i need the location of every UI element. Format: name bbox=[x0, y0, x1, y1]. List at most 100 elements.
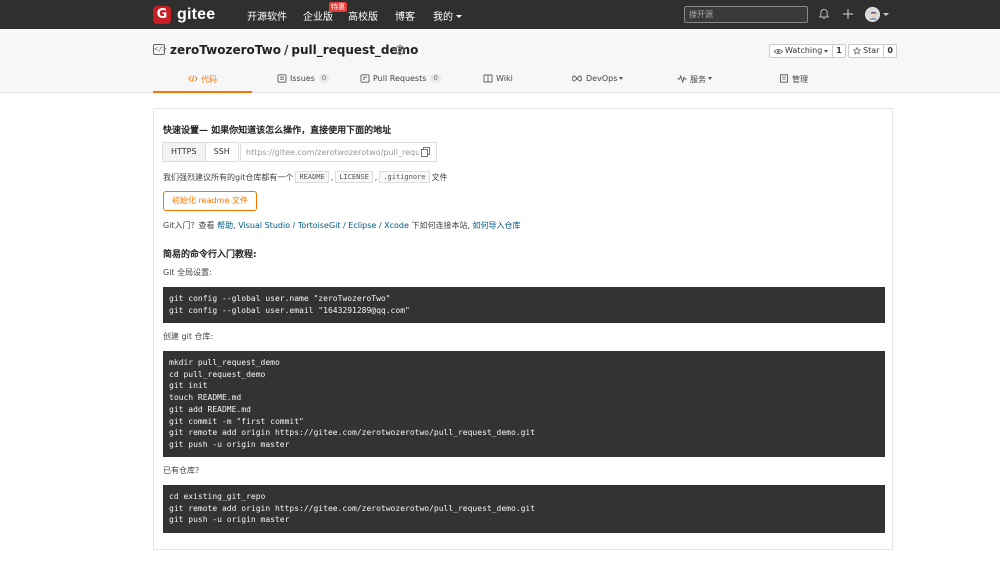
user-avatar[interactable] bbox=[865, 7, 880, 22]
tab-issues-label: Issues bbox=[290, 74, 315, 83]
repo-title-separator: / bbox=[283, 43, 289, 57]
code-line: git add README.md bbox=[169, 404, 251, 414]
global-setup-label: Git 全局设置: bbox=[163, 268, 212, 277]
tab-manage-label: 管理 bbox=[792, 75, 808, 84]
search-box bbox=[684, 6, 808, 23]
help-middle: 下如何连接本站, bbox=[411, 221, 470, 230]
enterprise-promo-badge: 特惠 bbox=[329, 2, 347, 12]
tab-issues-count: 0 bbox=[318, 74, 330, 83]
tab-pull-requests-label: Pull Requests bbox=[373, 74, 427, 83]
chevron-down-icon bbox=[708, 77, 712, 80]
import-repo-link[interactable]: 如何导入仓库 bbox=[473, 221, 521, 230]
code-line: cd existing_git_repo bbox=[169, 492, 266, 501]
tab-issues[interactable]: Issues 0 bbox=[277, 69, 330, 93]
gitee-logo[interactable]: gitee bbox=[153, 4, 215, 25]
code-line: git config --global user.name "zeroTwoze… bbox=[169, 294, 391, 303]
global-setup-code: git config --global user.name "zeroTwoze… bbox=[163, 287, 885, 323]
repo-code-icon: </> bbox=[153, 44, 167, 55]
repo-header: </> zeroTwozeroTwo / pull_request_demo Wat… bbox=[0, 29, 1000, 93]
protocol-switch: HTTPS SSH bbox=[162, 142, 239, 162]
star-count[interactable]: 0 bbox=[884, 45, 896, 57]
recommend-suffix: 文件 bbox=[431, 172, 448, 182]
nav-blog[interactable]: 博客 bbox=[395, 8, 415, 23]
license-tag: LICENSE bbox=[335, 171, 373, 183]
help-prefix: Git入门？查看 bbox=[163, 221, 215, 230]
recommend-comma-2: , bbox=[374, 172, 378, 182]
repo-settings-icon[interactable] bbox=[394, 44, 406, 56]
existing-repo-label: 已有仓库? bbox=[163, 466, 200, 475]
code-line: cd pull_request_demo bbox=[169, 369, 266, 379]
tab-code[interactable]: 代码 bbox=[153, 69, 252, 93]
chevron-down-icon bbox=[456, 15, 462, 18]
service-icon bbox=[677, 74, 687, 83]
existing-repo-code: cd existing_git_repo git remote add orig… bbox=[163, 485, 885, 533]
code-line: git init bbox=[169, 381, 208, 391]
tab-service-label: 服务 bbox=[690, 75, 706, 84]
star-label: Star bbox=[863, 46, 880, 55]
tab-wiki[interactable]: Wiki bbox=[483, 69, 513, 93]
chevron-down-icon bbox=[824, 49, 829, 53]
watch-button[interactable]: Watching bbox=[770, 45, 834, 57]
bell-icon[interactable] bbox=[818, 8, 830, 20]
nav-mine-label: 我的 bbox=[433, 12, 453, 23]
https-button[interactable]: HTTPS bbox=[163, 143, 206, 161]
clone-url-input[interactable] bbox=[241, 143, 419, 161]
gitignore-tag: .gitignore bbox=[379, 171, 430, 183]
tab-pull-requests-count: 0 bbox=[430, 74, 441, 83]
readme-tag: README bbox=[295, 171, 329, 183]
create-repo-code: mkdir pull_request_demo cd pull_request_… bbox=[163, 351, 885, 457]
help-link[interactable]: 帮助 bbox=[217, 221, 233, 230]
tab-devops[interactable]: DevOps bbox=[571, 69, 624, 93]
tab-pull-requests[interactable]: Pull Requests 0 bbox=[360, 69, 441, 93]
ssh-button[interactable]: SSH bbox=[206, 143, 238, 161]
copy-icon[interactable] bbox=[421, 147, 430, 157]
quick-setup-title: 快速设置— 如果你知道该怎么操作，直接使用下面的地址 bbox=[163, 126, 392, 136]
tutorial-title: 简易的命令行入门教程: bbox=[163, 250, 257, 260]
code-line: git push -u origin master bbox=[169, 515, 290, 525]
code-line: mkdir pull_request_demo bbox=[169, 358, 280, 367]
watch-label: Watching bbox=[785, 46, 823, 55]
tab-wiki-label: Wiki bbox=[496, 74, 513, 83]
code-line: git config --global user.email "16432912… bbox=[169, 305, 410, 315]
repo-title: zeroTwozeroTwo / pull_request_demo bbox=[170, 43, 418, 57]
nav-university[interactable]: 高校版 bbox=[348, 8, 378, 23]
tab-service[interactable]: 服务 bbox=[677, 69, 712, 93]
create-repo-label: 创建 git 仓库: bbox=[163, 332, 214, 341]
init-readme-button[interactable]: 初始化 readme 文件 bbox=[163, 191, 257, 211]
quick-setup-panel: 快速设置— 如果你知道该怎么操作，直接使用下面的地址 HTTPS SSH 我们强… bbox=[153, 108, 893, 550]
top-navbar: gitee 开源软件 企业版 特惠 高校版 博客 我的 bbox=[0, 0, 1000, 29]
repo-owner-link[interactable]: zeroTwozeroTwo bbox=[170, 43, 281, 57]
wiki-icon bbox=[483, 74, 493, 83]
tab-devops-label: DevOps bbox=[586, 74, 618, 83]
devops-icon bbox=[572, 75, 582, 82]
avatar-caret-icon[interactable] bbox=[883, 13, 889, 16]
code-line: touch README.md bbox=[169, 393, 242, 403]
gitee-logo-icon bbox=[153, 5, 171, 24]
nav-open-source[interactable]: 开源软件 bbox=[247, 8, 287, 23]
issues-icon bbox=[277, 74, 287, 83]
star-icon bbox=[853, 47, 861, 55]
logo-text: gitee bbox=[177, 5, 216, 23]
tools-link[interactable]: Visual Studio / TortoiseGit / Eclipse / … bbox=[238, 221, 409, 230]
tab-manage[interactable]: 管理 bbox=[779, 69, 808, 93]
watch-button-group: Watching 1 bbox=[769, 44, 846, 58]
code-line: git commit -m "first commit" bbox=[169, 416, 304, 426]
pull-request-icon bbox=[360, 74, 370, 83]
code-icon bbox=[188, 75, 198, 82]
watch-count[interactable]: 1 bbox=[833, 45, 845, 57]
search-input[interactable] bbox=[685, 7, 807, 22]
code-line: git remote add origin https://gitee.com/… bbox=[169, 428, 536, 438]
repo-tabs: 代码 Issues 0 Pull Requests 0 Wiki DevOps 服务… bbox=[153, 69, 893, 93]
recommend-prefix: 我们强烈建议所有的git仓库都有一个 bbox=[163, 172, 294, 182]
recommend-text: 我们强烈建议所有的git仓库都有一个 README, LICENSE, .git… bbox=[163, 171, 448, 183]
code-line: git remote add origin https://gitee.com/… bbox=[169, 503, 536, 513]
help-dot: , bbox=[233, 221, 236, 230]
eye-icon bbox=[774, 48, 783, 54]
code-line: git push -u origin master bbox=[169, 439, 290, 449]
plus-icon[interactable] bbox=[842, 8, 854, 20]
nav-mine[interactable]: 我的 bbox=[433, 8, 462, 23]
git-help-text: Git入门？查看 帮助, Visual Studio / TortoiseGit… bbox=[163, 220, 521, 231]
manage-icon bbox=[780, 74, 788, 83]
star-button[interactable]: Star bbox=[849, 45, 885, 57]
star-button-group: Star 0 bbox=[848, 44, 897, 58]
